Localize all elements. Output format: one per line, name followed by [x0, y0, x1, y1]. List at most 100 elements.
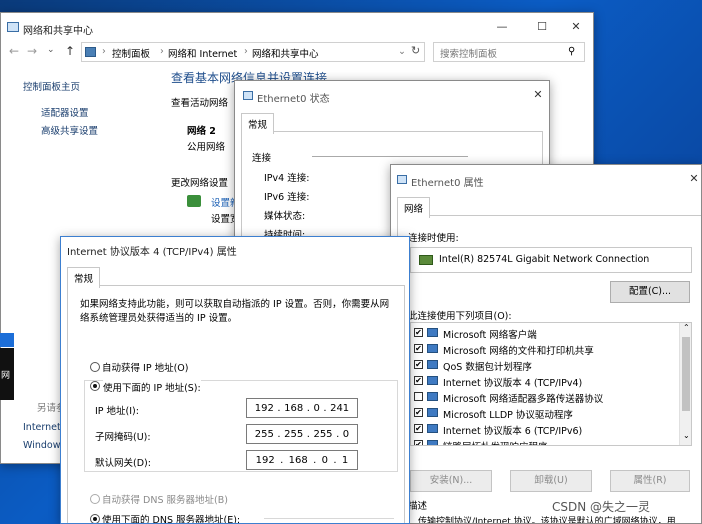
breadcrumb-sep-icon: ›	[160, 46, 164, 57]
ip-address-label: IP 地址(I):	[95, 406, 139, 417]
list-item[interactable]: ✔ QoS 数据包计划程序	[411, 357, 677, 373]
breadcrumb-control-panel[interactable]: 控制面板	[112, 46, 150, 60]
media-state-label: 媒体状态:	[264, 211, 306, 222]
list-item[interactable]: ✔ Internet 协议版本 6 (TCP/IPv6)	[411, 421, 677, 437]
breadcrumb-sharing-center[interactable]: 网络和共享中心	[252, 46, 319, 60]
address-bar[interactable]: › 控制面板 › 网络和 Internet › 网络和共享中心 ⌄	[81, 42, 425, 62]
ipv4-properties-window: Internet 协议版本 4 (TCP/IPv4) 属性 常规 如果网络支持此…	[60, 236, 410, 524]
item-checkbox[interactable]: ✔	[414, 344, 423, 353]
close-icon[interactable]: ✕	[531, 88, 545, 102]
ip-dot: .	[313, 454, 317, 466]
chevron-down-icon[interactable]: ⌄	[398, 46, 406, 57]
network-adapter-icon	[397, 175, 407, 184]
control-panel-icon	[85, 47, 96, 57]
description-title: 描述	[408, 501, 428, 512]
static-dns-label[interactable]: 使用下面的 DNS 服务器地址(E):	[102, 512, 240, 523]
up-arrow-icon[interactable]: ↑	[65, 44, 75, 58]
list-item[interactable]: ✔ Microsoft LLDP 协议驱动程序	[411, 405, 677, 421]
items-list[interactable]: ✔ Microsoft 网络客户端 ✔ Microsoft 网络的文件和打印机共享 ✔ Q…	[410, 322, 692, 446]
auto-dns-label[interactable]: 自动获得 DNS 服务器地址(B)	[102, 492, 228, 506]
network-component-icon	[427, 424, 438, 433]
network-name: 网络 2	[187, 126, 216, 137]
item-label: Microsoft LLDP 协议驱动程序	[443, 410, 573, 421]
refresh-icon[interactable]: ↻	[411, 44, 420, 57]
properties-titlebar: Ethernet0 属性 ✕	[391, 165, 701, 195]
chevron-down-icon[interactable]: ⌄	[47, 45, 55, 55]
configure-button[interactable]: 配置(C)...	[610, 281, 690, 303]
static-dns-radio[interactable]	[90, 514, 100, 523]
breadcrumb-network-internet[interactable]: 网络和 Internet	[168, 46, 237, 60]
item-checkbox[interactable]: ✔	[414, 376, 423, 385]
list-item[interactable]: ✔ Internet 协议版本 4 (TCP/IPv4)	[411, 373, 677, 389]
properties-button[interactable]: 属性(R)	[610, 470, 690, 492]
list-item[interactable]: ✔ 链路层拓扑发现响应程序	[411, 437, 677, 445]
adapter-name: Intel(R) 82574L Gigabit Network Connecti…	[439, 254, 650, 265]
ip-octet: 168	[288, 454, 308, 466]
static-ip-radio[interactable]	[90, 381, 100, 391]
tab-general[interactable]: 常规	[241, 113, 275, 134]
tab-general[interactable]: 常规	[67, 267, 101, 288]
item-label: QoS 数据包计划程序	[443, 362, 532, 373]
search-icon: ⚲	[568, 46, 576, 57]
subnet-mask-label: 子网掩码(U):	[95, 432, 151, 443]
ip-dot: .	[280, 454, 284, 466]
minimize-button[interactable]: —	[495, 20, 509, 34]
gateway-label: 默认网关(D):	[95, 458, 151, 469]
network-component-icon	[427, 392, 438, 401]
nav-adapter-settings[interactable]: 适配器设置	[41, 105, 89, 119]
nav-advanced-sharing[interactable]: 高级共享设置	[41, 123, 98, 137]
uninstall-button[interactable]: 卸载(U)	[510, 470, 592, 492]
item-label: Microsoft 网络的文件和打印机共享	[443, 346, 594, 357]
ipv6-connectivity-label: IPv6 连接:	[264, 192, 310, 203]
static-ip-label[interactable]: 使用下面的 IP 地址(S):	[103, 380, 201, 394]
setup-connection-icon	[187, 195, 201, 207]
subnet-mask-input[interactable]: 255. 255. 255. 0	[246, 424, 358, 444]
network-component-icon	[427, 408, 438, 417]
forward-arrow-icon[interactable]: →	[27, 44, 37, 58]
nav-control-panel-home[interactable]: 控制面板主页	[23, 79, 80, 93]
ip-address-input[interactable]: 192. 168. 0. 241	[246, 398, 358, 418]
ip-octet: 0	[313, 402, 320, 414]
background-app-text: 网	[1, 371, 11, 381]
chevron-down-icon[interactable]: ⌄	[683, 431, 690, 440]
nsc-title: 网络和共享中心	[23, 26, 93, 37]
network-type: 公用网络	[187, 142, 226, 153]
scrollbar-thumb[interactable]	[682, 337, 690, 411]
search-input[interactable]: 搜索控制面板 ⚲	[433, 42, 585, 62]
item-checkbox[interactable]	[414, 392, 423, 401]
item-checkbox[interactable]: ✔	[414, 360, 423, 369]
network-icon	[7, 22, 19, 32]
close-icon[interactable]: ✕	[687, 172, 701, 186]
ip-octet: 168	[284, 402, 304, 414]
tab-networking[interactable]: 网络	[397, 197, 431, 218]
back-arrow-icon[interactable]: ←	[9, 44, 19, 58]
background-app-accent	[0, 333, 14, 347]
list-item[interactable]: ✔ Microsoft 网络客户端	[411, 325, 677, 341]
watermark: CSDN @失之一灵	[552, 500, 651, 514]
chevron-up-icon[interactable]: ⌃	[683, 323, 690, 332]
list-scrollbar[interactable]: ⌃ ⌄	[679, 323, 691, 445]
ipv4-title: Internet 协议版本 4 (TCP/IPv4) 属性	[67, 247, 237, 258]
item-checkbox[interactable]: ✔	[414, 328, 423, 337]
ip-octet: 192	[255, 454, 275, 466]
item-label: Microsoft 网络客户端	[443, 330, 537, 341]
item-checkbox[interactable]: ✔	[414, 424, 423, 433]
section-divider	[312, 156, 468, 157]
auto-ip-radio[interactable]	[90, 362, 100, 372]
ip-dot: .	[333, 454, 337, 466]
list-item[interactable]: ✔ Microsoft 网络的文件和打印机共享	[411, 341, 677, 357]
item-checkbox[interactable]: ✔	[414, 408, 423, 417]
intro-text: 如果网络支持此功能，则可以获取自动指派的 IP 设置。否则，你需要从网络系统管理…	[80, 299, 390, 324]
close-button[interactable]: ✕	[569, 20, 583, 34]
maximize-button[interactable]: ☐	[535, 20, 549, 34]
status-title: Ethernet0 状态	[257, 94, 330, 105]
breadcrumb-sep-icon: ›	[244, 46, 248, 57]
auto-dns-radio[interactable]	[90, 494, 100, 504]
gateway-input[interactable]: 192. 168. 0. 1	[246, 450, 358, 470]
auto-ip-label[interactable]: 自动获得 IP 地址(O)	[102, 360, 188, 374]
list-item[interactable]: Microsoft 网络适配器多路传送器协议	[411, 389, 677, 405]
properties-title: Ethernet0 属性	[411, 178, 484, 189]
item-label: 链路层拓扑发现响应程序	[443, 439, 548, 445]
item-checkbox[interactable]: ✔	[414, 440, 423, 445]
install-button[interactable]: 安装(N)...	[410, 470, 492, 492]
